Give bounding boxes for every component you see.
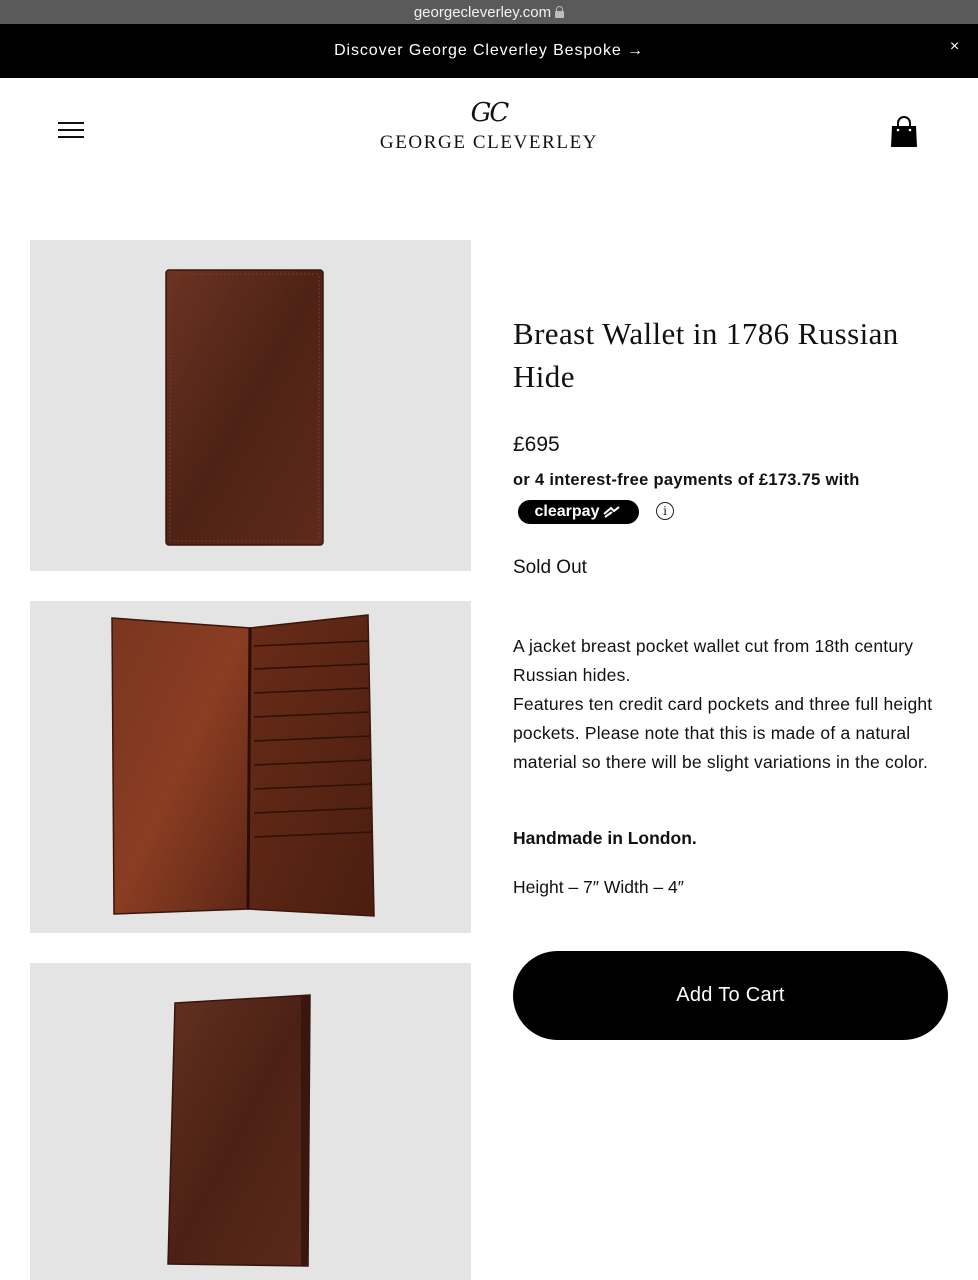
- add-to-cart-button[interactable]: Add To Cart: [513, 951, 948, 1040]
- product-price: £695: [513, 433, 560, 456]
- logo-monogram: GC: [470, 98, 510, 128]
- product-image-3[interactable]: [30, 963, 471, 1280]
- wallet-open-interior-image: [111, 614, 375, 917]
- url-text: georgecleverley.com: [413, 3, 552, 21]
- wallet-closed-angled-image: [167, 994, 311, 1267]
- stock-status: Sold Out: [513, 557, 587, 578]
- description-paragraph: Features ten credit card pockets and thr…: [513, 694, 933, 772]
- dimensions-text: Height – 7″ Width – 4″: [513, 877, 684, 897]
- installments-text: or 4 interest-free payments of £173.75 w…: [513, 471, 860, 489]
- brand-logo[interactable]: GC GEORGE CLEVERLEY: [339, 96, 639, 154]
- clearpay-arrows-icon: [603, 506, 621, 518]
- hamburger-menu-icon[interactable]: [58, 122, 84, 140]
- product-image-2[interactable]: [30, 601, 471, 933]
- info-icon[interactable]: i: [656, 502, 674, 520]
- product-description: A jacket breast pocket wallet cut from 1…: [513, 632, 949, 777]
- clearpay-label: clearpay: [534, 503, 600, 520]
- wallet-closed-front-image: [165, 269, 324, 546]
- logo-wordmark: GEORGE CLEVERLEY: [379, 132, 599, 153]
- made-in-label: Handmade in London.: [513, 828, 697, 848]
- lock-icon: [555, 6, 565, 18]
- clearpay-badge[interactable]: clearpay: [518, 500, 639, 524]
- site-header: GC GEORGE CLEVERLEY: [0, 78, 978, 188]
- product-title: Breast Wallet in 1786 Russian Hide: [513, 316, 899, 394]
- description-paragraph: A jacket breast pocket wallet cut from 1…: [513, 636, 914, 685]
- browser-url-bar[interactable]: georgecleverley.com: [0, 0, 978, 24]
- shopping-bag-icon[interactable]: [890, 116, 918, 148]
- announcement-link[interactable]: Discover George Cleverley Bespoke →: [334, 42, 644, 60]
- announcement-bar: Discover George Cleverley Bespoke → ×: [0, 24, 978, 78]
- product-image-1[interactable]: [30, 240, 471, 571]
- close-icon[interactable]: ×: [948, 39, 962, 55]
